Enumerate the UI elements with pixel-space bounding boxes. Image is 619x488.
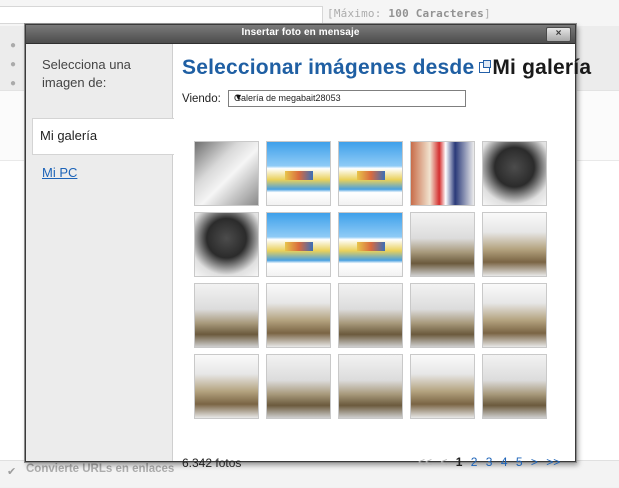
photo-thumbnail[interactable] [338, 354, 403, 419]
photo-thumbnail[interactable] [482, 354, 547, 419]
photo-thumbnail[interactable] [410, 354, 475, 419]
photo-thumbnail[interactable] [338, 283, 403, 348]
photo-thumbnail[interactable] [482, 141, 547, 206]
photo-thumbnail[interactable] [410, 141, 475, 206]
page-link-1: 1 [455, 455, 463, 469]
external-link-icon [479, 60, 492, 73]
photo-thumbnail[interactable] [338, 141, 403, 206]
photo-thumbnail[interactable] [482, 283, 547, 348]
pagination: << < 1 2 3 4 5 > >> [418, 455, 565, 469]
page-title: Seleccionar imágenes desde Mi galería [182, 56, 592, 79]
photo-thumbnail[interactable] [266, 283, 331, 348]
photo-thumbnail[interactable] [194, 212, 259, 277]
sidebar-item-label: Mi galería [40, 128, 98, 143]
gallery-select[interactable]: Galería de megabait28053 ▼ [228, 90, 466, 107]
photo-thumbnail[interactable] [266, 141, 331, 206]
viewing-label: Viendo: [182, 93, 221, 105]
page-link-2[interactable]: 2 [471, 455, 478, 469]
photo-thumbnail[interactable] [266, 212, 331, 277]
close-icon[interactable]: × [546, 27, 571, 42]
page-link-5[interactable]: 5 [516, 455, 523, 469]
page-link-4[interactable]: 4 [501, 455, 508, 469]
photos-count: 6.342 fotos [182, 456, 242, 470]
page-link-3[interactable]: 3 [486, 455, 493, 469]
next-page-link[interactable]: > [531, 455, 538, 469]
thumbnail-grid [194, 141, 554, 421]
photo-thumbnail[interactable] [410, 283, 475, 348]
photo-thumbnail[interactable] [338, 212, 403, 277]
dropdown-arrow-icon: ▼ [234, 92, 243, 102]
source-sidebar: Selecciona una imagen de: Mi galería Mi … [26, 44, 174, 461]
sidebar-heading: Selecciona una imagen de: [42, 57, 131, 90]
sidebar-item-my-gallery[interactable]: Mi galería [32, 118, 174, 155]
last-page-link[interactable]: >> [546, 455, 560, 469]
modal-title: Insertar foto en mensaje [241, 27, 360, 38]
sidebar-item-my-pc[interactable]: Mi PC [42, 165, 77, 180]
modal-titlebar: Insertar foto en mensaje × [26, 25, 575, 44]
photo-thumbnail[interactable] [194, 141, 259, 206]
gallery-panel: Seleccionar imágenes desde Mi galería Vie… [173, 44, 591, 470]
first-page-link[interactable]: << [418, 455, 432, 469]
page-title-source: Mi galería [492, 56, 592, 79]
photo-thumbnail[interactable] [266, 354, 331, 419]
photo-thumbnail[interactable] [482, 212, 547, 277]
prev-page-link[interactable]: < [440, 455, 447, 469]
photo-thumbnail[interactable] [410, 212, 475, 277]
photo-thumbnail[interactable] [194, 354, 259, 419]
insert-photo-modal: Insertar foto en mensaje × Selecciona un… [25, 24, 591, 470]
photo-thumbnail[interactable] [194, 283, 259, 348]
